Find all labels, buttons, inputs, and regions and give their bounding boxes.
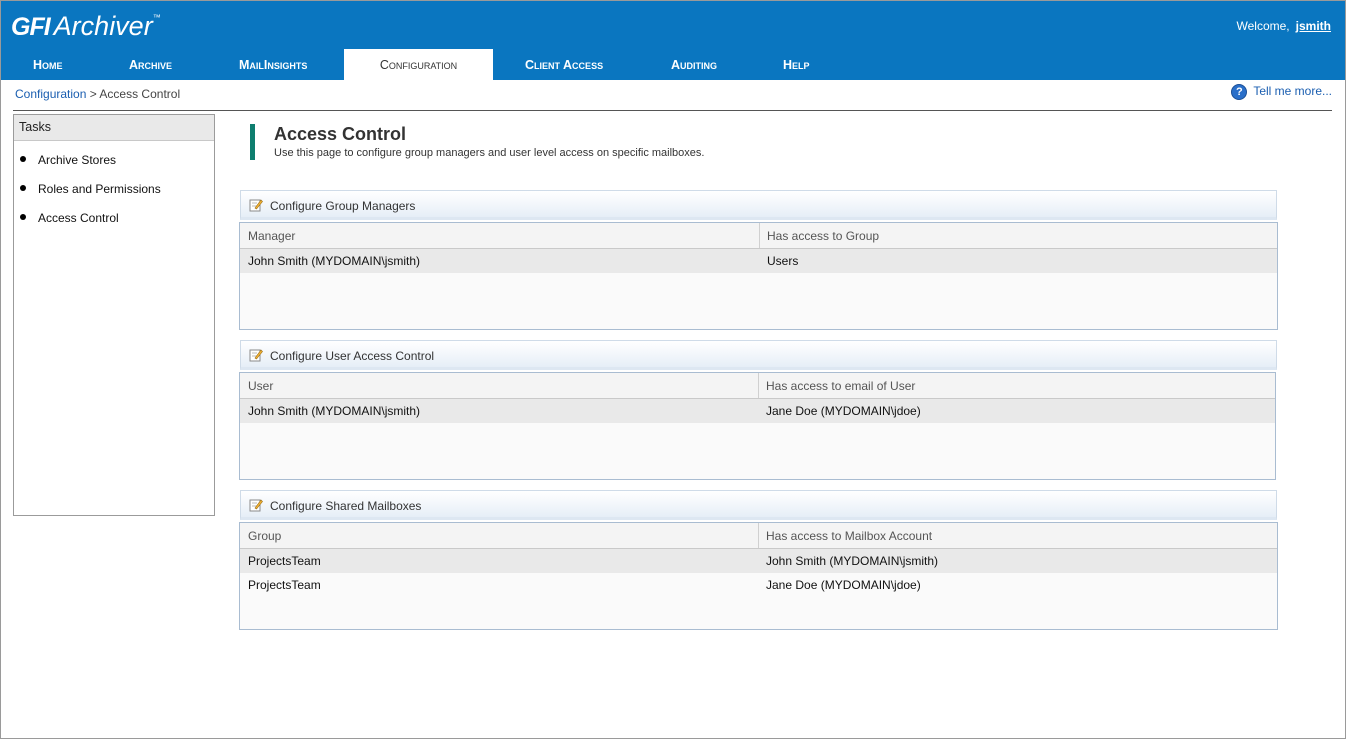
table-row[interactable]: ProjectsTeam Jane Doe (MYDOMAIN\jdoe) — [240, 573, 1277, 597]
logo-gfi: GFI — [11, 13, 51, 41]
cell-manager: John Smith (MYDOMAIN\jsmith) — [248, 254, 421, 268]
welcome-label: Welcome, — [1236, 19, 1290, 33]
header-divider — [13, 110, 1332, 111]
column-divider — [758, 523, 759, 548]
username-link[interactable]: jsmith — [1296, 19, 1331, 33]
page-subtitle: Use this page to configure group manager… — [274, 147, 705, 159]
cell-group: ProjectsTeam — [248, 578, 321, 592]
table-header: User Has access to email of User — [240, 373, 1275, 399]
configure-user-access-control-header[interactable]: Configure User Access Control — [240, 340, 1277, 370]
tab-home[interactable]: Home — [33, 49, 63, 80]
group-managers-section: Configure Group Managers Manager Has acc… — [239, 190, 1278, 330]
section-title: Configure Group Managers — [270, 199, 416, 213]
column-header-has-access-to-group: Has access to Group — [767, 229, 880, 243]
page-title: Access Control — [274, 124, 407, 144]
task-roles-and-permissions[interactable]: Roles and Permissions — [20, 182, 161, 196]
bullet-icon — [20, 185, 26, 191]
column-header-manager: Manager — [248, 229, 296, 243]
column-divider — [758, 373, 759, 398]
tab-mailinsights[interactable]: MailInsights — [239, 49, 307, 80]
logo-trademark: ™ — [152, 13, 161, 22]
edit-icon — [249, 349, 263, 362]
task-label: Roles and Permissions — [38, 182, 161, 196]
breadcrumb-configuration[interactable]: Configuration — [15, 87, 86, 101]
task-access-control[interactable]: Access Control — [20, 211, 119, 225]
breadcrumb: Configuration > Access Control — [15, 87, 180, 101]
shared-mailboxes-section: Configure Shared Mailboxes Group Has acc… — [239, 490, 1278, 630]
tab-client-access[interactable]: Client Access — [525, 49, 603, 80]
edit-icon — [249, 199, 263, 212]
tab-help[interactable]: Help — [783, 49, 810, 80]
table-row[interactable]: ProjectsTeam John Smith (MYDOMAIN\jsmith… — [240, 549, 1277, 573]
logo-archiver: Archiver — [53, 11, 153, 41]
welcome-message: Welcome, jsmith — [1237, 19, 1331, 33]
configure-group-managers-header[interactable]: Configure Group Managers — [240, 190, 1277, 220]
column-header-group: Group — [248, 529, 282, 543]
cell-mailbox-account: Jane Doe (MYDOMAIN\jdoe) — [766, 578, 921, 592]
cell-mailbox-account: John Smith (MYDOMAIN\jsmith) — [766, 554, 939, 568]
gfi-archiver-logo: GFI Archiver™ — [11, 11, 161, 42]
title-accent-bar — [250, 124, 255, 160]
tell-me-more-label: Tell me more... — [1253, 84, 1332, 98]
header-bar: GFI Archiver™ Welcome, jsmith Home Archive… — [1, 1, 1345, 80]
breadcrumb-separator: > — [89, 87, 97, 101]
task-archive-stores[interactable]: Archive Stores — [20, 153, 116, 167]
section-title: Configure Shared Mailboxes — [270, 499, 422, 513]
column-header-has-access-to-email: Has access to email of User — [766, 379, 916, 393]
column-divider — [759, 223, 760, 248]
user-access-control-section: Configure User Access Control User Has a… — [239, 340, 1277, 480]
cell-user: John Smith (MYDOMAIN\jsmith) — [248, 404, 421, 418]
task-label: Access Control — [38, 211, 119, 225]
tab-auditing[interactable]: Auditing — [671, 49, 717, 80]
bullet-icon — [20, 156, 26, 162]
section-title: Configure User Access Control — [270, 349, 435, 363]
tab-configuration[interactable]: Configuration — [344, 49, 493, 80]
table-header: Manager Has access to Group — [240, 223, 1277, 249]
table-row[interactable]: John Smith (MYDOMAIN\jsmith) Jane Doe (M… — [240, 399, 1275, 423]
tasks-panel: Tasks Archive Stores Roles and Permissio… — [13, 114, 215, 516]
edit-icon — [249, 499, 263, 512]
bullet-icon — [20, 214, 26, 220]
table-header: Group Has access to Mailbox Account — [240, 523, 1277, 549]
tell-me-more-link[interactable]: ? Tell me more... — [1231, 84, 1332, 100]
question-icon: ? — [1231, 84, 1248, 100]
cell-access-user: Jane Doe (MYDOMAIN\jdoe) — [766, 404, 921, 418]
task-label: Archive Stores — [38, 153, 117, 167]
cell-group: ProjectsTeam — [248, 554, 321, 568]
tab-archive[interactable]: Archive — [129, 49, 172, 80]
tasks-title: Tasks — [14, 115, 214, 141]
column-header-user: User — [248, 379, 274, 393]
table-row[interactable]: John Smith (MYDOMAIN\jsmith) Users — [240, 249, 1277, 273]
configure-shared-mailboxes-header[interactable]: Configure Shared Mailboxes — [240, 490, 1277, 520]
column-header-has-access-to-mailbox: Has access to Mailbox Account — [766, 529, 933, 543]
cell-group: Users — [767, 254, 799, 268]
breadcrumb-current: Access Control — [99, 87, 181, 101]
